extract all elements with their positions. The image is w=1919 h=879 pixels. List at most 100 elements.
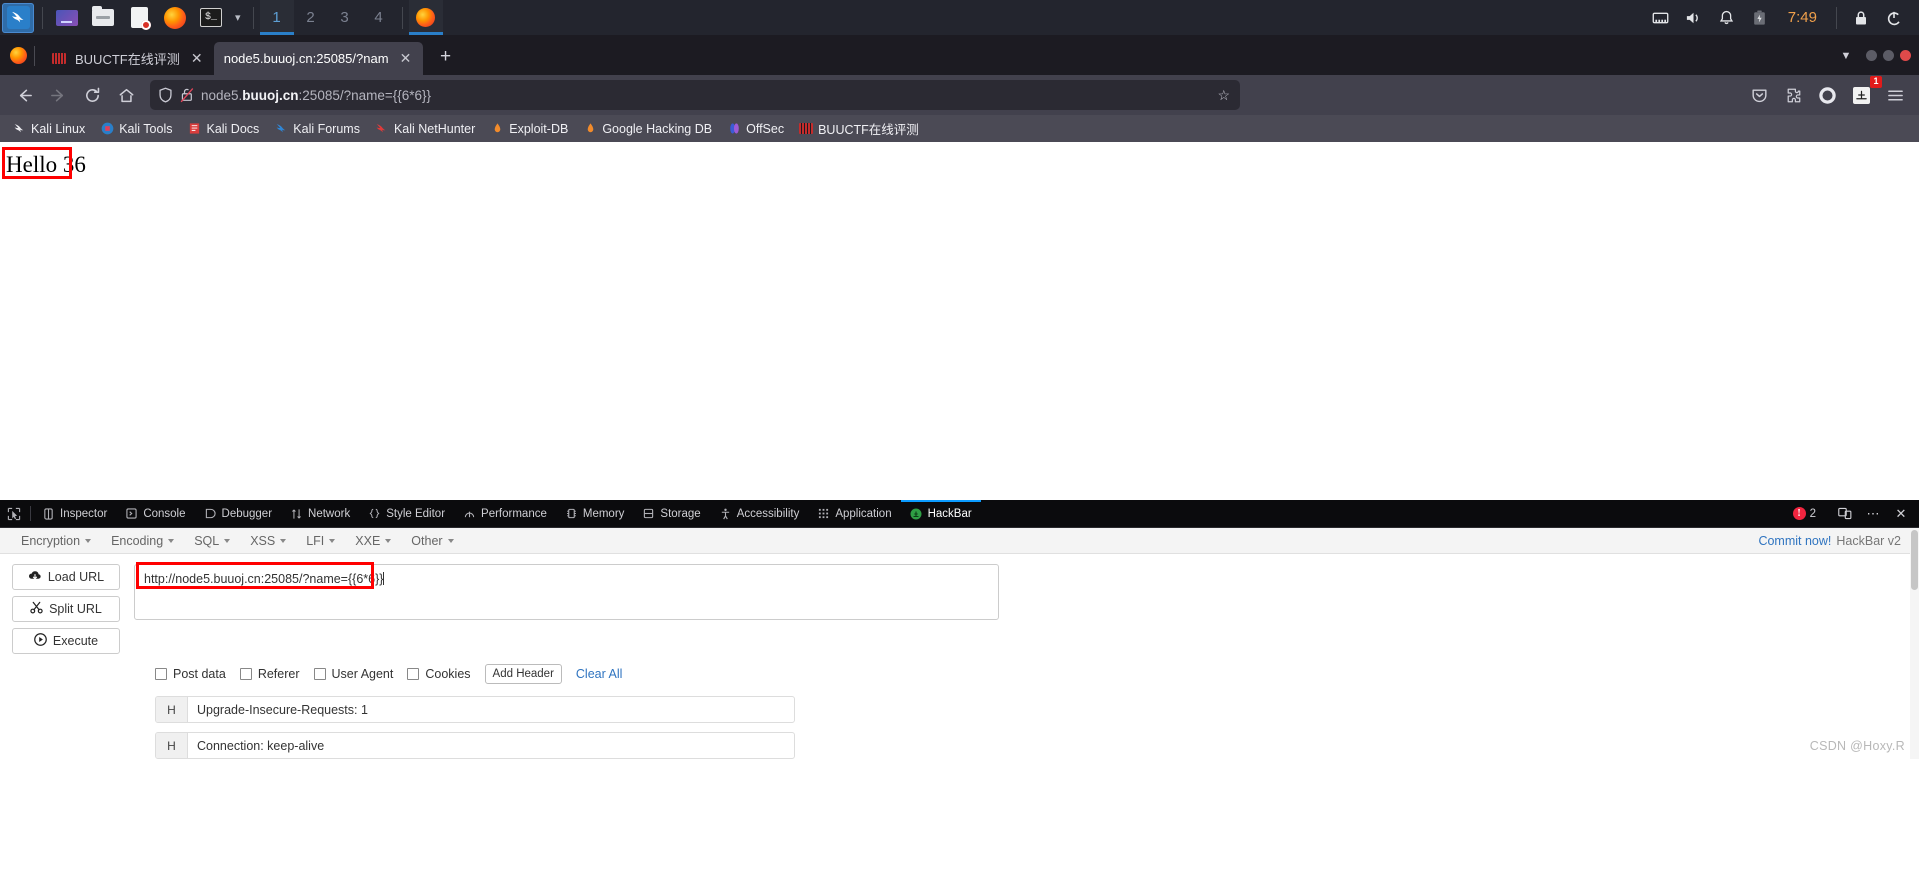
account-circle-icon[interactable] [1811,80,1843,110]
list-all-tabs-chevron-down-icon[interactable]: ▼ [1832,41,1860,71]
devtools-tab-storage[interactable]: Storage [633,500,709,527]
bookmark-buuctf[interactable]: BUUCTF在线评测 [793,117,925,140]
extensions-puzzle-icon[interactable] [1777,80,1809,110]
launcher-overflow-chevron-icon[interactable]: ▾ [229,11,247,24]
window-maximize-button[interactable] [1883,50,1894,61]
bookmark-star-icon[interactable]: ☆ [1217,87,1232,104]
header-row[interactable]: H Connection: keep-alive [155,732,795,759]
bookmark-google-hacking-db[interactable]: Google Hacking DB [577,120,718,138]
document-icon [130,7,151,30]
hackbar-menu-other[interactable]: Other [402,532,462,550]
workspace-4[interactable]: 4 [362,0,396,35]
devtools-tab-network[interactable]: Network [281,500,359,527]
bookmark-kali-linux[interactable]: Kali Linux [6,120,91,138]
kali-menu-button[interactable] [2,2,34,33]
checkbox-post-data[interactable]: Post data [155,667,226,681]
devtools-tab-inspector[interactable]: Inspector [33,500,116,527]
hackbar-extension-button[interactable]: 1 [1845,76,1882,110]
add-header-button[interactable]: Add Header [484,664,562,684]
tracking-protection-shield-icon[interactable] [158,87,173,103]
extension-badge-count: 1 [1870,76,1882,88]
element-picker-icon[interactable] [0,500,28,527]
bookmark-offsec[interactable]: OffSec [721,120,790,138]
panel-separator-3 [401,6,403,29]
forward-button[interactable] [42,80,74,110]
devtools-tab-console[interactable]: Console [116,500,194,527]
devtools-meatball-menu-icon[interactable]: ⋯ [1861,502,1885,526]
header-value-input[interactable]: Upgrade-Insecure-Requests: 1 [188,697,794,722]
battery-icon[interactable] [1745,0,1775,35]
browser-tab-node5[interactable]: node5.buuoj.cn:25085/?nam ✕ [213,42,423,75]
hackbar-menu-encoding[interactable]: Encoding [102,532,183,550]
insecure-connection-icon[interactable] [180,87,194,103]
launcher-file-manager[interactable] [51,3,83,33]
hackbar-menu-xss[interactable]: XSS [241,532,295,550]
split-url-button[interactable]: Split URL [12,596,120,622]
checkbox-referer[interactable]: Referer [239,667,300,681]
back-button[interactable] [8,80,40,110]
workspace-1[interactable]: 1 [259,0,294,35]
devtools-tab-memory[interactable]: Memory [556,500,634,527]
responsive-design-mode-icon[interactable] [1833,502,1857,526]
lock-screen-icon[interactable] [1846,0,1876,35]
devtools-close-icon[interactable]: ✕ [1889,502,1913,526]
devtools-tab-application[interactable]: Application [808,500,900,527]
console-error-badge[interactable]: ! 2 [1792,507,1820,520]
launcher-folder[interactable] [87,3,119,33]
browser-tab-buuctf[interactable]: BUUCTF在线评测 ✕ [41,42,214,75]
devtools-tab-style-editor[interactable]: Style Editor [359,500,454,527]
bookmark-kali-forums[interactable]: Kali Forums [268,120,366,138]
load-url-button[interactable]: Load URL [12,564,120,590]
checkbox-box[interactable] [313,668,326,680]
checkbox-cookies[interactable]: Cookies [407,667,471,681]
volume-icon[interactable] [1679,0,1709,35]
execute-button[interactable]: Execute [12,628,120,654]
tab-close-icon[interactable]: ✕ [188,50,206,68]
app-menu-icon[interactable] [1879,80,1911,110]
workspace-3[interactable]: 3 [328,0,362,35]
devtools-tab-accessibility[interactable]: Accessibility [710,500,809,527]
tab-close-icon[interactable]: ✕ [397,50,415,68]
checkbox-box[interactable] [155,668,167,680]
hackbar-menu-xxe[interactable]: XXE [346,532,400,550]
devtools-tab-performance[interactable]: Performance [454,500,556,527]
window-close-button[interactable] [1900,50,1911,61]
header-value-input[interactable]: Connection: keep-alive [188,733,794,758]
window-minimize-button[interactable] [1866,50,1877,61]
launcher-text-editor[interactable] [123,3,155,33]
logout-icon[interactable] [1879,0,1909,35]
bookmark-kali-tools[interactable]: Kali Tools [94,120,178,138]
home-button[interactable] [110,80,142,110]
network-icon[interactable] [1646,0,1676,35]
bookmark-exploit-db[interactable]: Exploit-DB [484,120,574,138]
checkbox-box[interactable] [239,668,252,680]
commit-now-link[interactable]: Commit now! [1758,534,1831,548]
clock[interactable]: 7:49 [1778,9,1827,26]
workspace-2[interactable]: 2 [294,0,328,35]
chevron-down-icon [85,538,92,543]
hackbar-menu-lfi[interactable]: LFI [297,532,344,550]
checkbox-box[interactable] [407,668,420,680]
window-button-firefox[interactable] [408,0,443,35]
launcher-firefox[interactable] [159,3,191,33]
reload-button[interactable] [76,80,108,110]
new-tab-button[interactable]: + [431,42,461,72]
bookmark-kali-nethunter[interactable]: Kali NetHunter [369,120,481,138]
clear-all-link[interactable]: Clear All [576,667,623,681]
hackbar-menu-sql[interactable]: SQL [185,532,239,550]
launcher-terminal[interactable]: $_ [195,3,227,33]
hackbar-scrollbar[interactable] [1910,528,1919,759]
notification-bell-icon[interactable] [1712,0,1742,35]
header-row[interactable]: H Upgrade-Insecure-Requests: 1 [155,696,795,723]
hackbar-menu-encryption[interactable]: Encryption [12,532,100,550]
exploit-db-icon [490,122,504,136]
scrollbar-thumb[interactable] [1911,530,1918,590]
save-to-pocket-icon[interactable] [1743,80,1775,110]
checkbox-user-agent[interactable]: User Agent [313,667,393,681]
hackbar-url-input[interactable]: http://node5.buuoj.cn:25085/?name={{6*6}… [134,564,999,620]
devtools-tab-hackbar[interactable]: HackBar [900,500,981,527]
url-text[interactable]: node5.buuoj.cn:25085/?name={{6*6}} [201,88,1210,103]
url-address-bar[interactable]: node5.buuoj.cn:25085/?name={{6*6}} ☆ [150,80,1240,110]
bookmark-kali-docs[interactable]: Kali Docs [181,120,265,138]
devtools-tab-debugger[interactable]: Debugger [195,500,282,527]
